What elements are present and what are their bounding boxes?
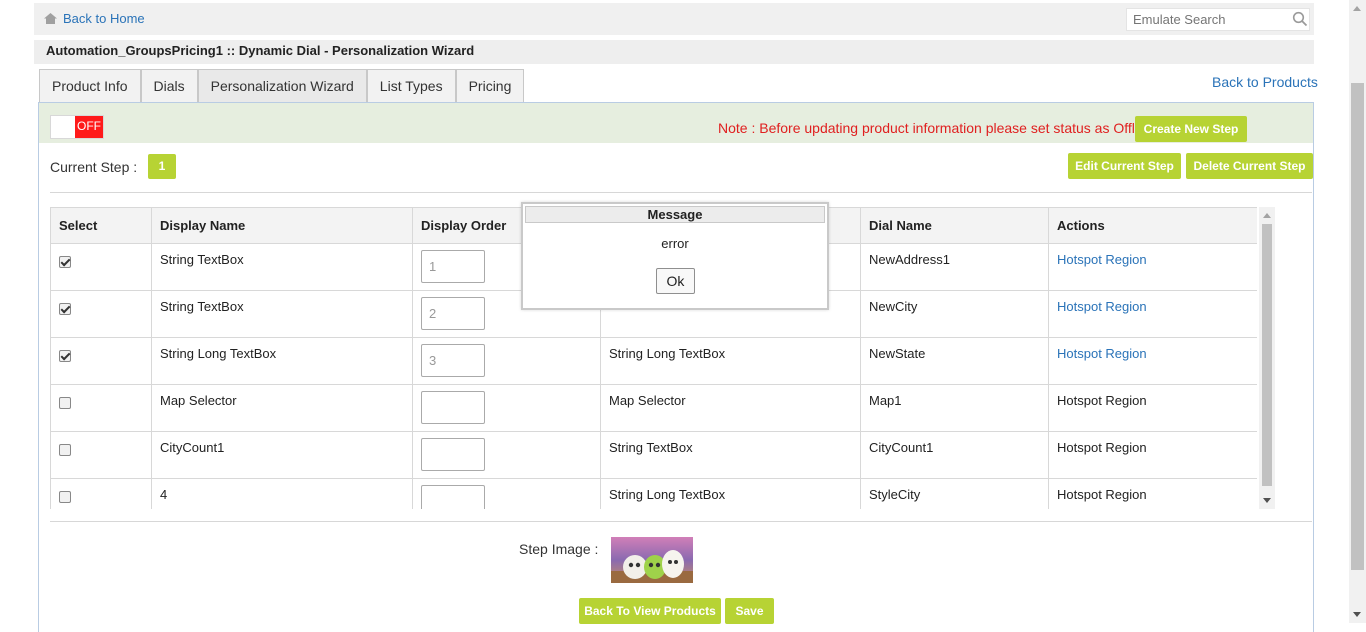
control-type-cell: String Long TextBox: [609, 346, 726, 361]
column-header-select: Select: [50, 207, 152, 244]
tab-dials[interactable]: Dials: [140, 69, 198, 103]
hotspot-region-text: Hotspot Region: [1057, 440, 1147, 455]
back-to-home-link[interactable]: Back to Home: [44, 11, 145, 26]
emulate-search-input[interactable]: [1126, 8, 1310, 31]
display-order-input[interactable]: [421, 344, 485, 377]
dial-name-cell: NewState: [869, 346, 926, 361]
page-scroll-up-arrow-icon[interactable]: [1353, 6, 1361, 11]
grid-scrollbar-thumb[interactable]: [1262, 224, 1272, 486]
table-row: Map Selector Map Selector Map1 Hotspot R…: [50, 384, 1257, 432]
row-select-checkbox[interactable]: [59, 444, 71, 456]
scroll-up-arrow-icon[interactable]: [1263, 213, 1271, 218]
grid-scrollbar[interactable]: [1259, 207, 1275, 509]
display-order-input[interactable]: [421, 485, 485, 509]
hotspot-region-link[interactable]: Hotspot Region: [1057, 244, 1249, 267]
offline-note: Note : Before updating product informati…: [718, 120, 1154, 136]
current-step-badge[interactable]: 1: [148, 154, 176, 179]
page-scrollbar-thumb[interactable]: [1351, 83, 1364, 570]
create-new-step-button[interactable]: Create New Step: [1135, 116, 1247, 142]
display-order-input[interactable]: [421, 438, 485, 471]
status-toggle-label: OFF: [75, 116, 103, 138]
tab-personalization-wizard[interactable]: Personalization Wizard: [197, 69, 367, 103]
step-image-thumbnail[interactable]: [611, 537, 693, 583]
display-name-cell: String Long TextBox: [160, 346, 277, 361]
dial-name-cell: StyleCity: [869, 487, 921, 502]
dial-name-cell: CityCount1: [869, 440, 934, 455]
display-order-input[interactable]: [421, 250, 485, 283]
hotspot-region-text: Hotspot Region: [1057, 393, 1147, 408]
page-scroll-down-arrow-icon[interactable]: [1353, 612, 1361, 617]
display-order-input[interactable]: [421, 297, 485, 330]
current-step-label: Current Step :: [50, 159, 138, 175]
row-select-checkbox[interactable]: [59, 491, 71, 503]
dial-name-cell: NewCity: [869, 299, 918, 314]
edit-current-step-button[interactable]: Edit Current Step: [1068, 153, 1181, 179]
control-type-cell: String TextBox: [609, 440, 693, 455]
table-row: String Long TextBox String Long TextBox …: [50, 337, 1257, 385]
column-header-display-name: Display Name: [151, 207, 413, 244]
home-icon: [44, 13, 57, 24]
display-name-cell: CityCount1: [160, 440, 225, 455]
dialog-title: Message: [525, 206, 825, 223]
row-select-checkbox[interactable]: [59, 256, 71, 268]
top-bar: Back to Home: [34, 3, 1314, 35]
display-name-cell: Map Selector: [160, 393, 237, 408]
scroll-down-arrow-icon[interactable]: [1263, 498, 1271, 503]
save-button[interactable]: Save: [725, 598, 774, 624]
divider: [50, 192, 1312, 193]
column-header-dial-name: Dial Name: [860, 207, 1049, 244]
row-select-checkbox[interactable]: [59, 350, 71, 362]
back-to-products-link[interactable]: Back to Products: [1212, 74, 1318, 90]
table-row: CityCount1 String TextBox CityCount1 Hot…: [50, 431, 1257, 479]
dial-name-cell: NewAddress1: [869, 252, 950, 267]
tab-pricing[interactable]: Pricing: [455, 69, 525, 103]
search-icon[interactable]: [1292, 11, 1308, 27]
back-to-view-products-button[interactable]: Back To View Products: [579, 598, 721, 624]
page-title: Automation_GroupsPricing1 :: Dynamic Dia…: [34, 40, 1314, 64]
status-toggle[interactable]: OFF: [50, 115, 104, 139]
control-type-cell: Map Selector: [609, 393, 686, 408]
hotspot-region-text: Hotspot Region: [1057, 487, 1147, 502]
display-name-cell: String TextBox: [160, 299, 244, 314]
dialog-message: error: [661, 236, 689, 251]
tab-list-types[interactable]: List Types: [366, 69, 456, 103]
control-type-cell: String Long TextBox: [609, 487, 726, 502]
divider: [50, 521, 1312, 522]
step-image-label: Step Image :: [519, 541, 599, 557]
message-dialog: Message error Ok: [521, 202, 829, 310]
tab-product-info[interactable]: Product Info: [39, 69, 141, 103]
row-select-checkbox[interactable]: [59, 303, 71, 315]
table-row: 4 String Long TextBox StyleCity Hotspot …: [50, 478, 1257, 509]
tab-strip: Product Info Dials Personalization Wizar…: [39, 69, 525, 103]
display-name-cell: 4: [160, 487, 168, 502]
hotspot-region-link[interactable]: Hotspot Region: [1057, 338, 1249, 361]
delete-current-step-button[interactable]: Delete Current Step: [1186, 153, 1313, 179]
hotspot-region-link[interactable]: Hotspot Region: [1057, 291, 1249, 314]
dial-name-cell: Map1: [869, 393, 902, 408]
page-scrollbar[interactable]: [1349, 0, 1366, 623]
column-header-actions: Actions: [1048, 207, 1257, 244]
display-name-cell: String TextBox: [160, 252, 244, 267]
ok-button[interactable]: Ok: [656, 268, 695, 294]
display-order-input[interactable]: [421, 391, 485, 424]
back-to-home-label: Back to Home: [63, 11, 145, 26]
row-select-checkbox[interactable]: [59, 397, 71, 409]
